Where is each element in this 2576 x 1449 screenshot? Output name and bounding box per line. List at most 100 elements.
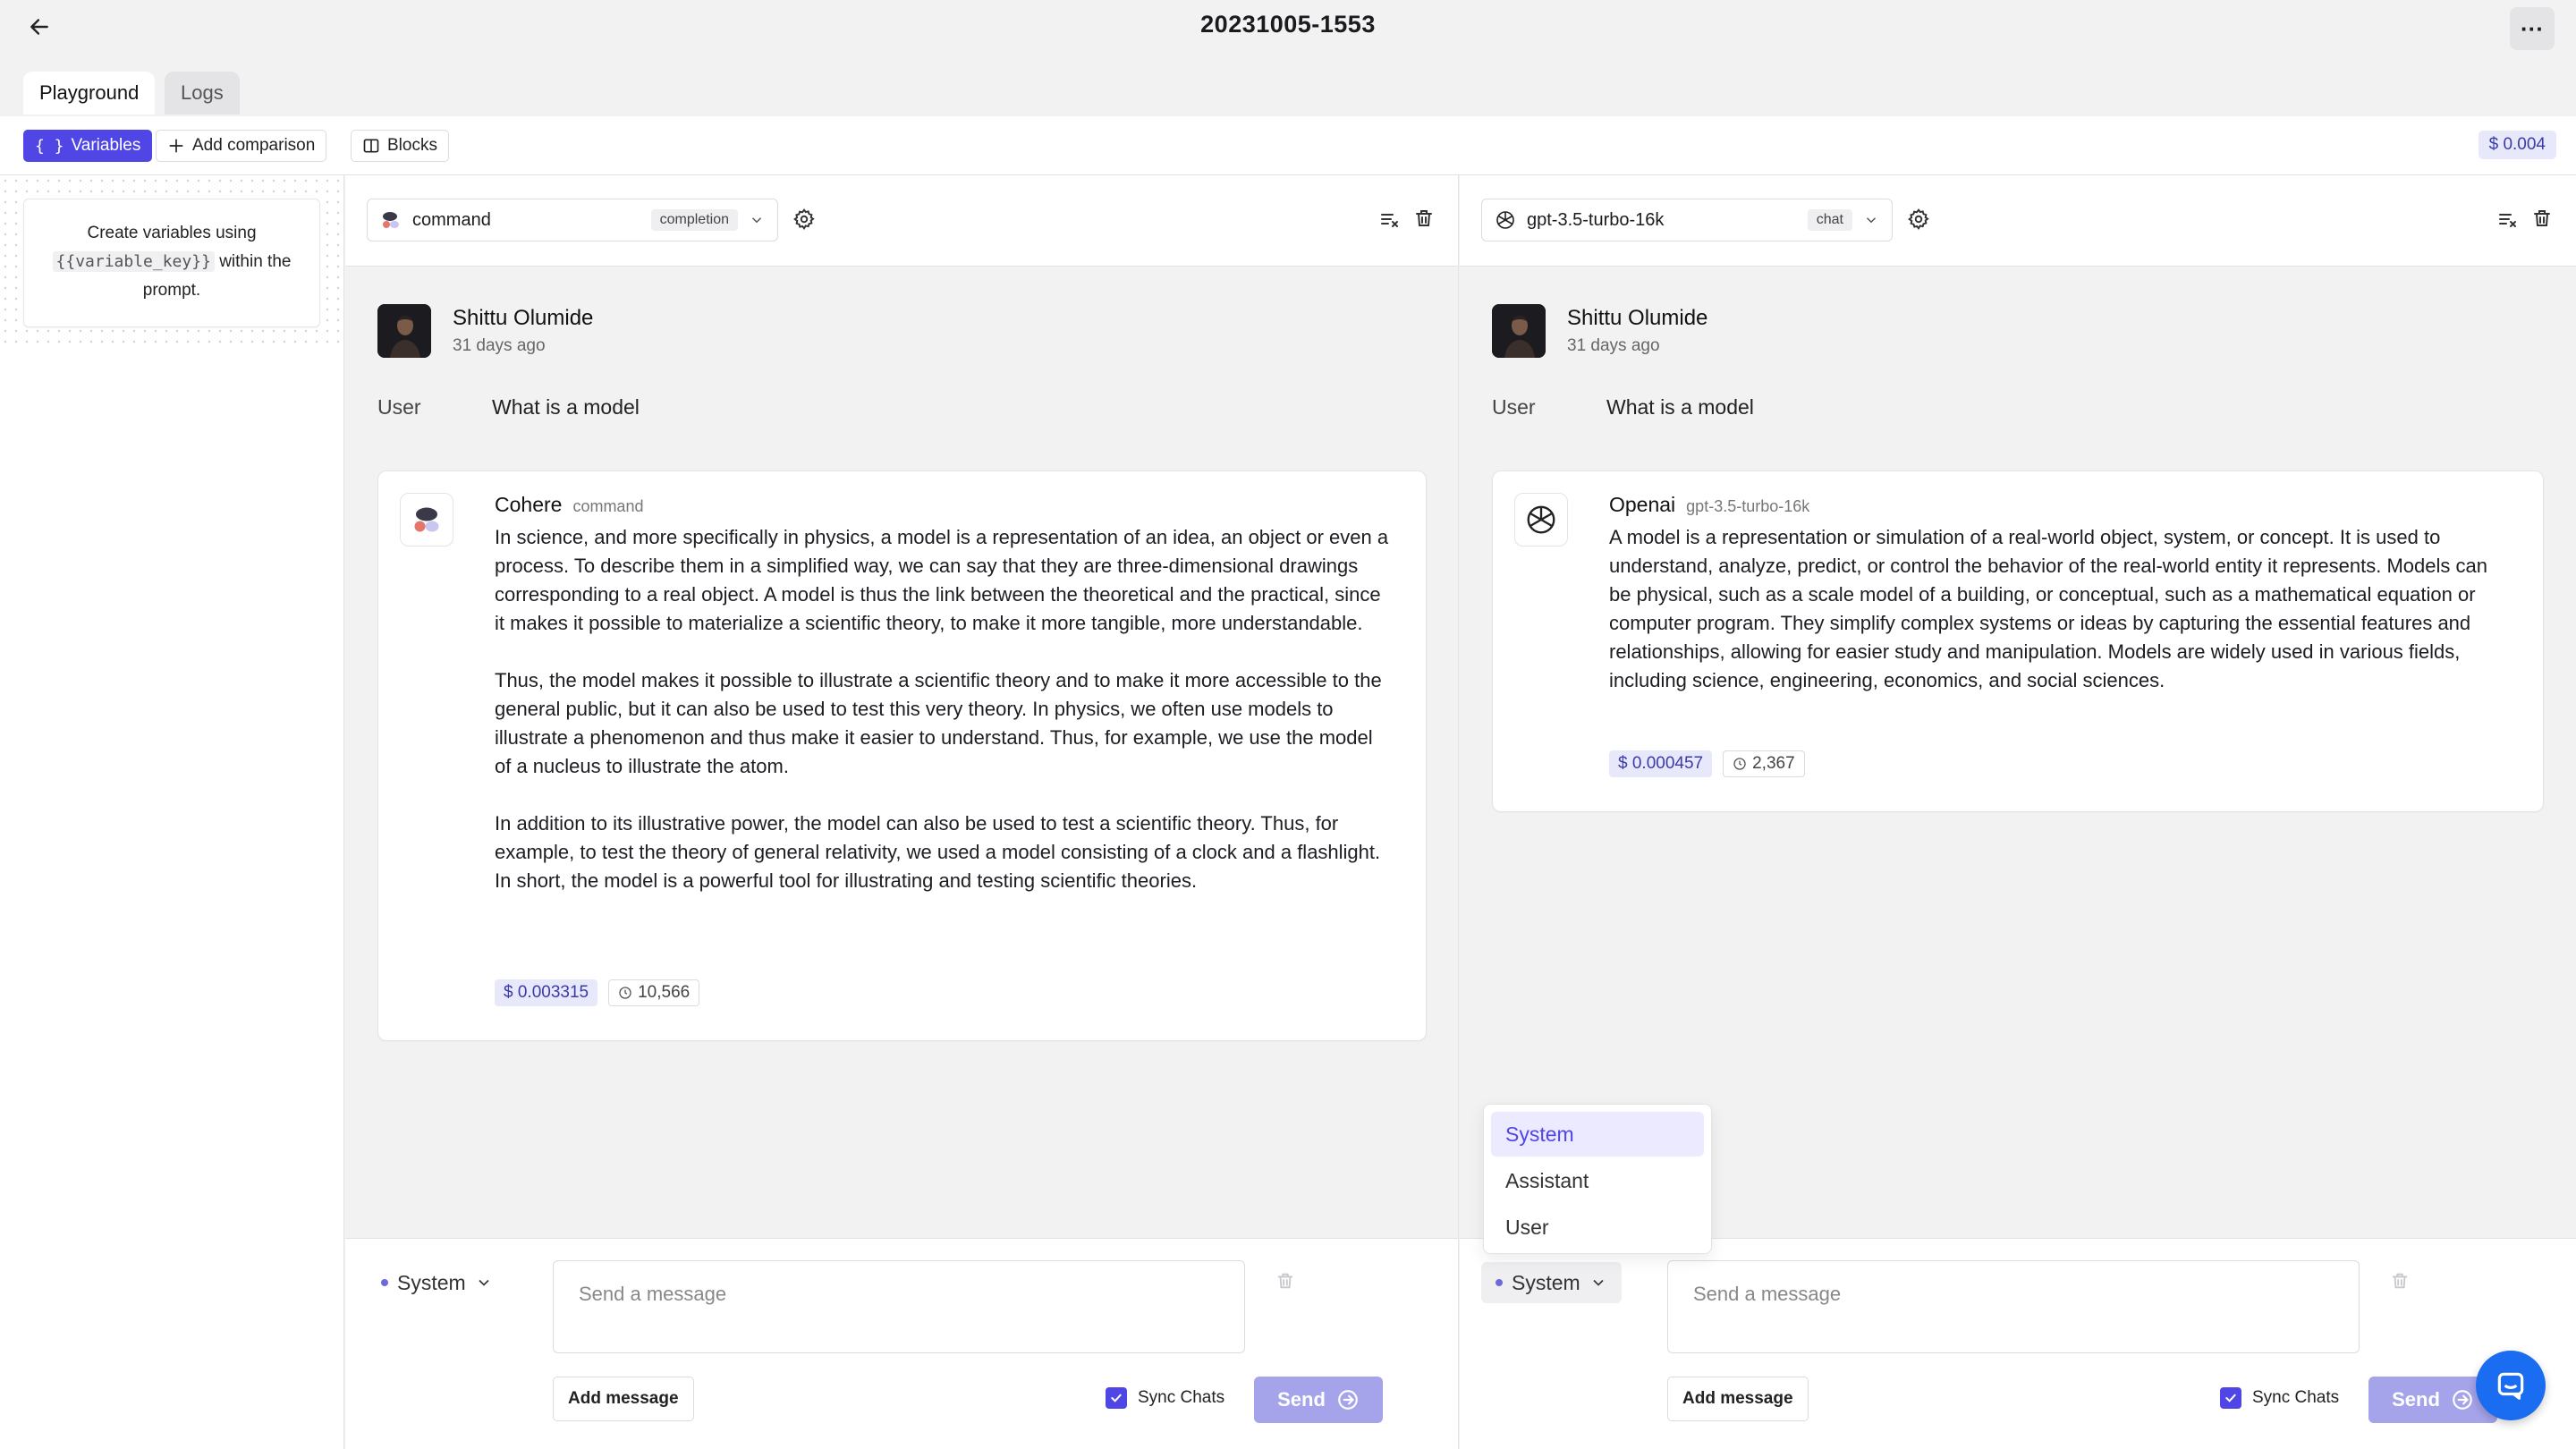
- provider-name: Openai gpt-3.5-turbo-16k: [1609, 493, 1809, 517]
- tab-logs[interactable]: Logs: [165, 72, 240, 114]
- add-message-button[interactable]: Add message: [553, 1377, 694, 1421]
- duration-value: 2,367: [1752, 754, 1795, 773]
- trash-icon: [1277, 1273, 1293, 1289]
- checkbox-checked-icon: [2220, 1387, 2241, 1409]
- user-message-text: What is a model: [492, 395, 640, 419]
- user-message-header: Shittu Olumide 31 days ago: [377, 304, 1361, 361]
- clock-icon: [1733, 758, 1746, 770]
- variable-key-example: {{variable_key}}: [52, 251, 215, 272]
- hint-line2: within the: [219, 252, 292, 271]
- pane-header: command completion: [345, 175, 1458, 267]
- response-paragraph: In science, and more specifically in phy…: [495, 526, 1389, 634]
- pane-header: gpt-3.5-turbo-16k chat: [1460, 175, 2576, 267]
- hint-line3: prompt.: [142, 281, 201, 300]
- model-kind-badge: chat: [1807, 209, 1852, 231]
- message-input[interactable]: [553, 1260, 1245, 1353]
- variables-label: Variables: [71, 136, 141, 155]
- role-select[interactable]: System: [367, 1262, 507, 1303]
- user-name: Shittu Olumide: [453, 306, 594, 330]
- role-option-user[interactable]: User: [1491, 1205, 1704, 1250]
- provider-label: Cohere: [495, 493, 563, 516]
- role-dot-icon: [381, 1279, 388, 1286]
- chevron-down-icon: [1866, 217, 1877, 224]
- model-kind-badge: completion: [650, 209, 738, 231]
- response-card: Openai gpt-3.5-turbo-16k A model is a rep…: [1492, 470, 2544, 812]
- send-label: Send: [1277, 1388, 1326, 1411]
- message-role: User: [1492, 395, 1536, 419]
- role-dot-icon: [1496, 1279, 1503, 1286]
- response-stats: $ 0.003315 10,566: [495, 979, 700, 1006]
- openai-logo-icon: [1527, 505, 1555, 534]
- blocks-button[interactable]: Blocks: [351, 130, 449, 162]
- gear-icon: [1908, 208, 1929, 231]
- role-select[interactable]: System: [1481, 1262, 1622, 1303]
- delete-pane-button[interactable]: [1413, 208, 1435, 229]
- comparison-pane-1: command completion Shittu Olumide 31 day…: [345, 175, 1459, 1449]
- avatar: [1492, 304, 1546, 358]
- trash-icon: [2534, 210, 2550, 226]
- model-settings-button[interactable]: [1907, 208, 1930, 231]
- arrow-circle-right-icon: [2453, 1390, 2472, 1410]
- openai-logo-icon: [1496, 211, 1514, 229]
- add-comparison-button[interactable]: Add comparison: [156, 130, 327, 162]
- response-paragraph: In addition to its illustrative power, t…: [495, 812, 1381, 892]
- support-chat-button[interactable]: [2476, 1351, 2546, 1420]
- message-composer: System Add message Sync Chats Send: [1460, 1238, 2576, 1449]
- clear-list-icon: [1381, 214, 1398, 227]
- response-stats: $ 0.000457 2,367: [1609, 750, 1805, 777]
- sync-chats-label: Sync Chats: [2252, 1388, 2340, 1407]
- hint-line1: Create variables using: [87, 224, 257, 242]
- duration-value: 10,566: [638, 983, 691, 1002]
- provider-logo: [400, 493, 453, 547]
- variables-button[interactable]: { } Variables: [23, 130, 153, 162]
- duration-badge: 2,367: [1723, 750, 1805, 777]
- sync-chats-checkbox[interactable]: Sync Chats: [2220, 1387, 2339, 1409]
- variables-panel: Create variables using {{variable_key}} …: [0, 175, 344, 1449]
- message-time: 31 days ago: [453, 336, 546, 355]
- role-select-label: System: [1512, 1270, 1580, 1294]
- role-select-label: System: [397, 1270, 466, 1294]
- plus-icon: [169, 139, 183, 153]
- delete-pane-button[interactable]: [2531, 208, 2553, 229]
- comparison-pane-2: gpt-3.5-turbo-16k chat Shittu Olumide 31…: [1460, 175, 2576, 1449]
- response-text: A model is a representation or simulatio…: [1609, 523, 2504, 695]
- avatar: [377, 304, 431, 358]
- arrow-circle-right-icon: [1338, 1390, 1358, 1410]
- send-label: Send: [2392, 1388, 2440, 1411]
- blocks-label: Blocks: [387, 136, 437, 155]
- message-role: User: [377, 395, 421, 419]
- more-options-button[interactable]: ···: [2510, 7, 2555, 50]
- delete-message-button[interactable]: [1275, 1271, 1295, 1291]
- cohere-logo-icon: [383, 212, 399, 228]
- checkbox-checked-icon: [1106, 1387, 1127, 1409]
- add-message-button[interactable]: Add message: [1667, 1377, 1809, 1421]
- provider-name: Cohere command: [495, 493, 643, 517]
- model-select[interactable]: command completion: [367, 199, 778, 242]
- response-text: In science, and more specifically in phy…: [495, 523, 1389, 895]
- message-input[interactable]: [1667, 1260, 2360, 1353]
- send-button[interactable]: Send: [1254, 1377, 1383, 1423]
- cohere-logo-icon: [414, 507, 439, 532]
- columns-icon: [363, 139, 379, 153]
- chevron-down-icon: [1593, 1279, 1604, 1286]
- user-name: Shittu Olumide: [1567, 306, 1708, 330]
- clear-chat-button[interactable]: [2497, 209, 2519, 231]
- cost-badge: $ 0.003315: [495, 979, 598, 1006]
- trash-icon: [2392, 1273, 2408, 1289]
- tab-playground[interactable]: Playground: [23, 72, 156, 114]
- provider-model: gpt-3.5-turbo-16k: [1686, 497, 1810, 515]
- model-settings-button[interactable]: [792, 208, 816, 231]
- model-select[interactable]: gpt-3.5-turbo-16k chat: [1481, 199, 1893, 242]
- user-message-header: Shittu Olumide 31 days ago: [1492, 304, 2476, 361]
- role-option-assistant[interactable]: Assistant: [1491, 1158, 1704, 1203]
- clear-chat-button[interactable]: [1379, 209, 1401, 231]
- sync-chats-checkbox[interactable]: Sync Chats: [1106, 1387, 1224, 1409]
- total-cost-badge: $ 0.004: [2478, 131, 2556, 159]
- model-name: command: [412, 209, 491, 230]
- delete-message-button[interactable]: [2390, 1271, 2410, 1291]
- provider-model: command: [572, 497, 644, 515]
- message-time: 31 days ago: [1567, 336, 1660, 355]
- page-title: 20231005-1553: [1200, 11, 1376, 38]
- trash-icon: [1416, 210, 1432, 226]
- role-option-system[interactable]: System: [1491, 1112, 1704, 1157]
